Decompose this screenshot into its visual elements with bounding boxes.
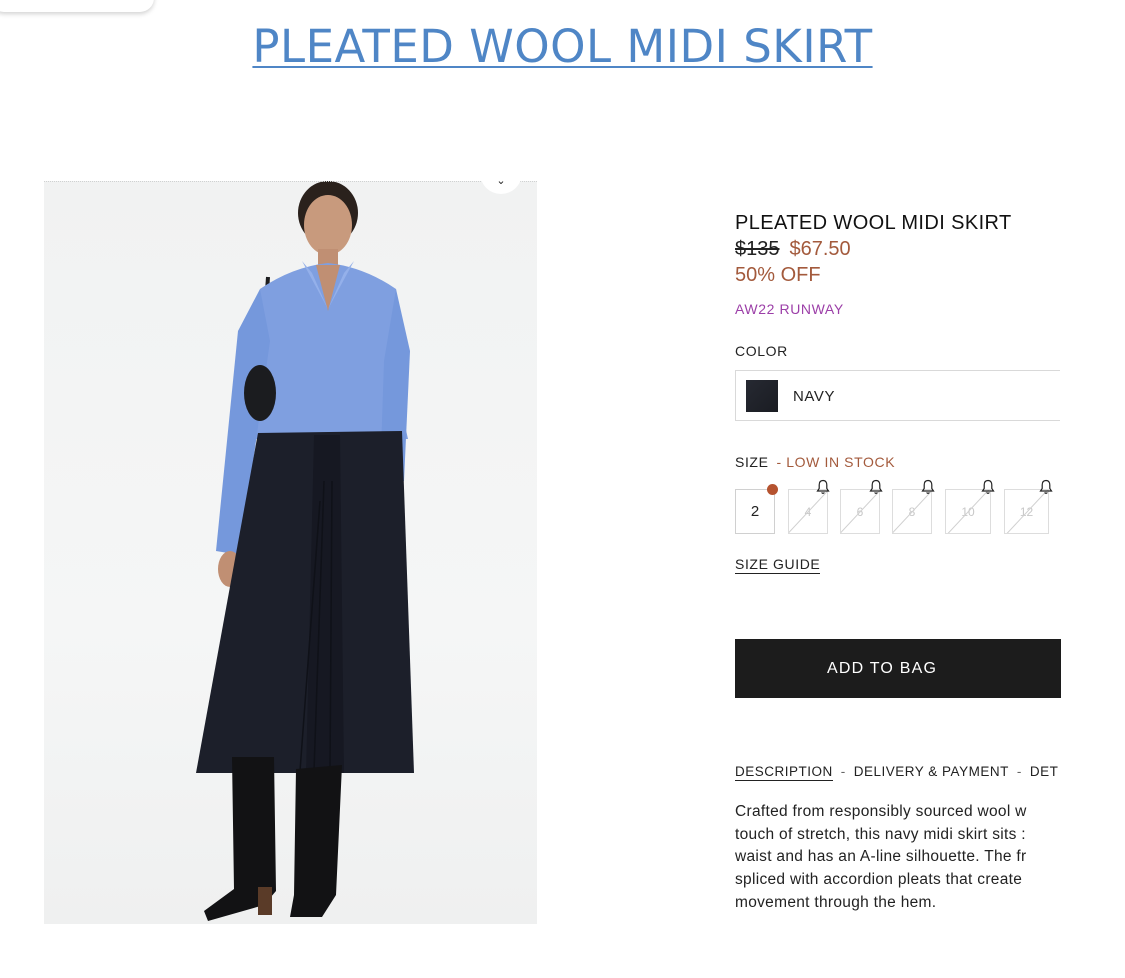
low-stock-note: - LOW IN STOCK	[776, 454, 896, 470]
sale-price: $67.50	[789, 238, 851, 260]
notify-bell-icon[interactable]	[921, 479, 935, 495]
low-stock-dot	[767, 484, 778, 495]
notify-bell-icon[interactable]	[816, 479, 830, 495]
size-option-6[interactable]: 6	[840, 489, 880, 534]
size-header: SIZE - LOW IN STOCK	[735, 454, 895, 470]
size-option-8[interactable]: 8	[892, 489, 932, 534]
description-line: Crafted from responsibly sourced wool w	[735, 803, 1027, 820]
price-row: $135 $67.50	[735, 238, 851, 261]
selected-color-name: NAVY	[793, 388, 836, 405]
notify-bell-icon[interactable]	[981, 479, 995, 495]
discount-label: 50% OFF	[735, 264, 821, 286]
tab-delivery-payment[interactable]: DELIVERY & PAYMENT	[854, 764, 1009, 779]
tab-description[interactable]: DESCRIPTION	[735, 764, 833, 781]
color-selector[interactable]: NAVY	[735, 370, 1060, 421]
tab-separator: -	[1016, 764, 1022, 779]
model-photo-illustration	[196, 181, 414, 921]
product-image[interactable]	[44, 181, 537, 924]
collection-tag[interactable]: AW22 RUNWAY	[735, 301, 844, 317]
description-line: movement through the hem.	[735, 893, 937, 911]
add-to-bag-button[interactable]: ADD TO BAG	[735, 639, 1061, 698]
description-line: waist and has an A-line silhouette. The …	[735, 848, 1027, 866]
product-details-tabs: DESCRIPTION - DELIVERY & PAYMENT - DET	[735, 764, 1061, 781]
product-title: PLEATED WOOL MIDI SKIRT	[735, 212, 1012, 234]
notify-bell-icon[interactable]	[869, 479, 883, 495]
notify-bell-icon[interactable]	[1039, 479, 1053, 495]
tab-details[interactable]: DET	[1030, 764, 1059, 779]
size-option-10[interactable]: 10	[945, 489, 991, 534]
original-price: $135	[735, 238, 780, 260]
color-label: COLOR	[735, 343, 788, 359]
image-top-border	[44, 181, 537, 182]
size-guide-link[interactable]: SIZE GUIDE	[735, 556, 821, 574]
description-line: touch of stretch, this navy midi skirt s…	[735, 825, 1026, 843]
tab-separator: -	[840, 764, 846, 779]
size-label: SIZE	[735, 454, 769, 470]
color-swatch	[746, 380, 778, 412]
page-title-link[interactable]: PLEATED WOOL MIDI SKIRT	[252, 20, 872, 73]
product-description: Crafted from responsibly sourced wool w …	[735, 801, 1061, 915]
size-option-2[interactable]: 2	[735, 489, 775, 534]
top-menu-tab[interactable]	[0, 0, 154, 12]
size-option-12[interactable]: 12	[1004, 489, 1049, 534]
description-line: spliced with accordion pleats that creat…	[735, 871, 1023, 889]
size-option-4[interactable]: 4	[788, 489, 828, 534]
page-title: PLEATED WOOL MIDI SKIRT	[0, 16, 1125, 78]
